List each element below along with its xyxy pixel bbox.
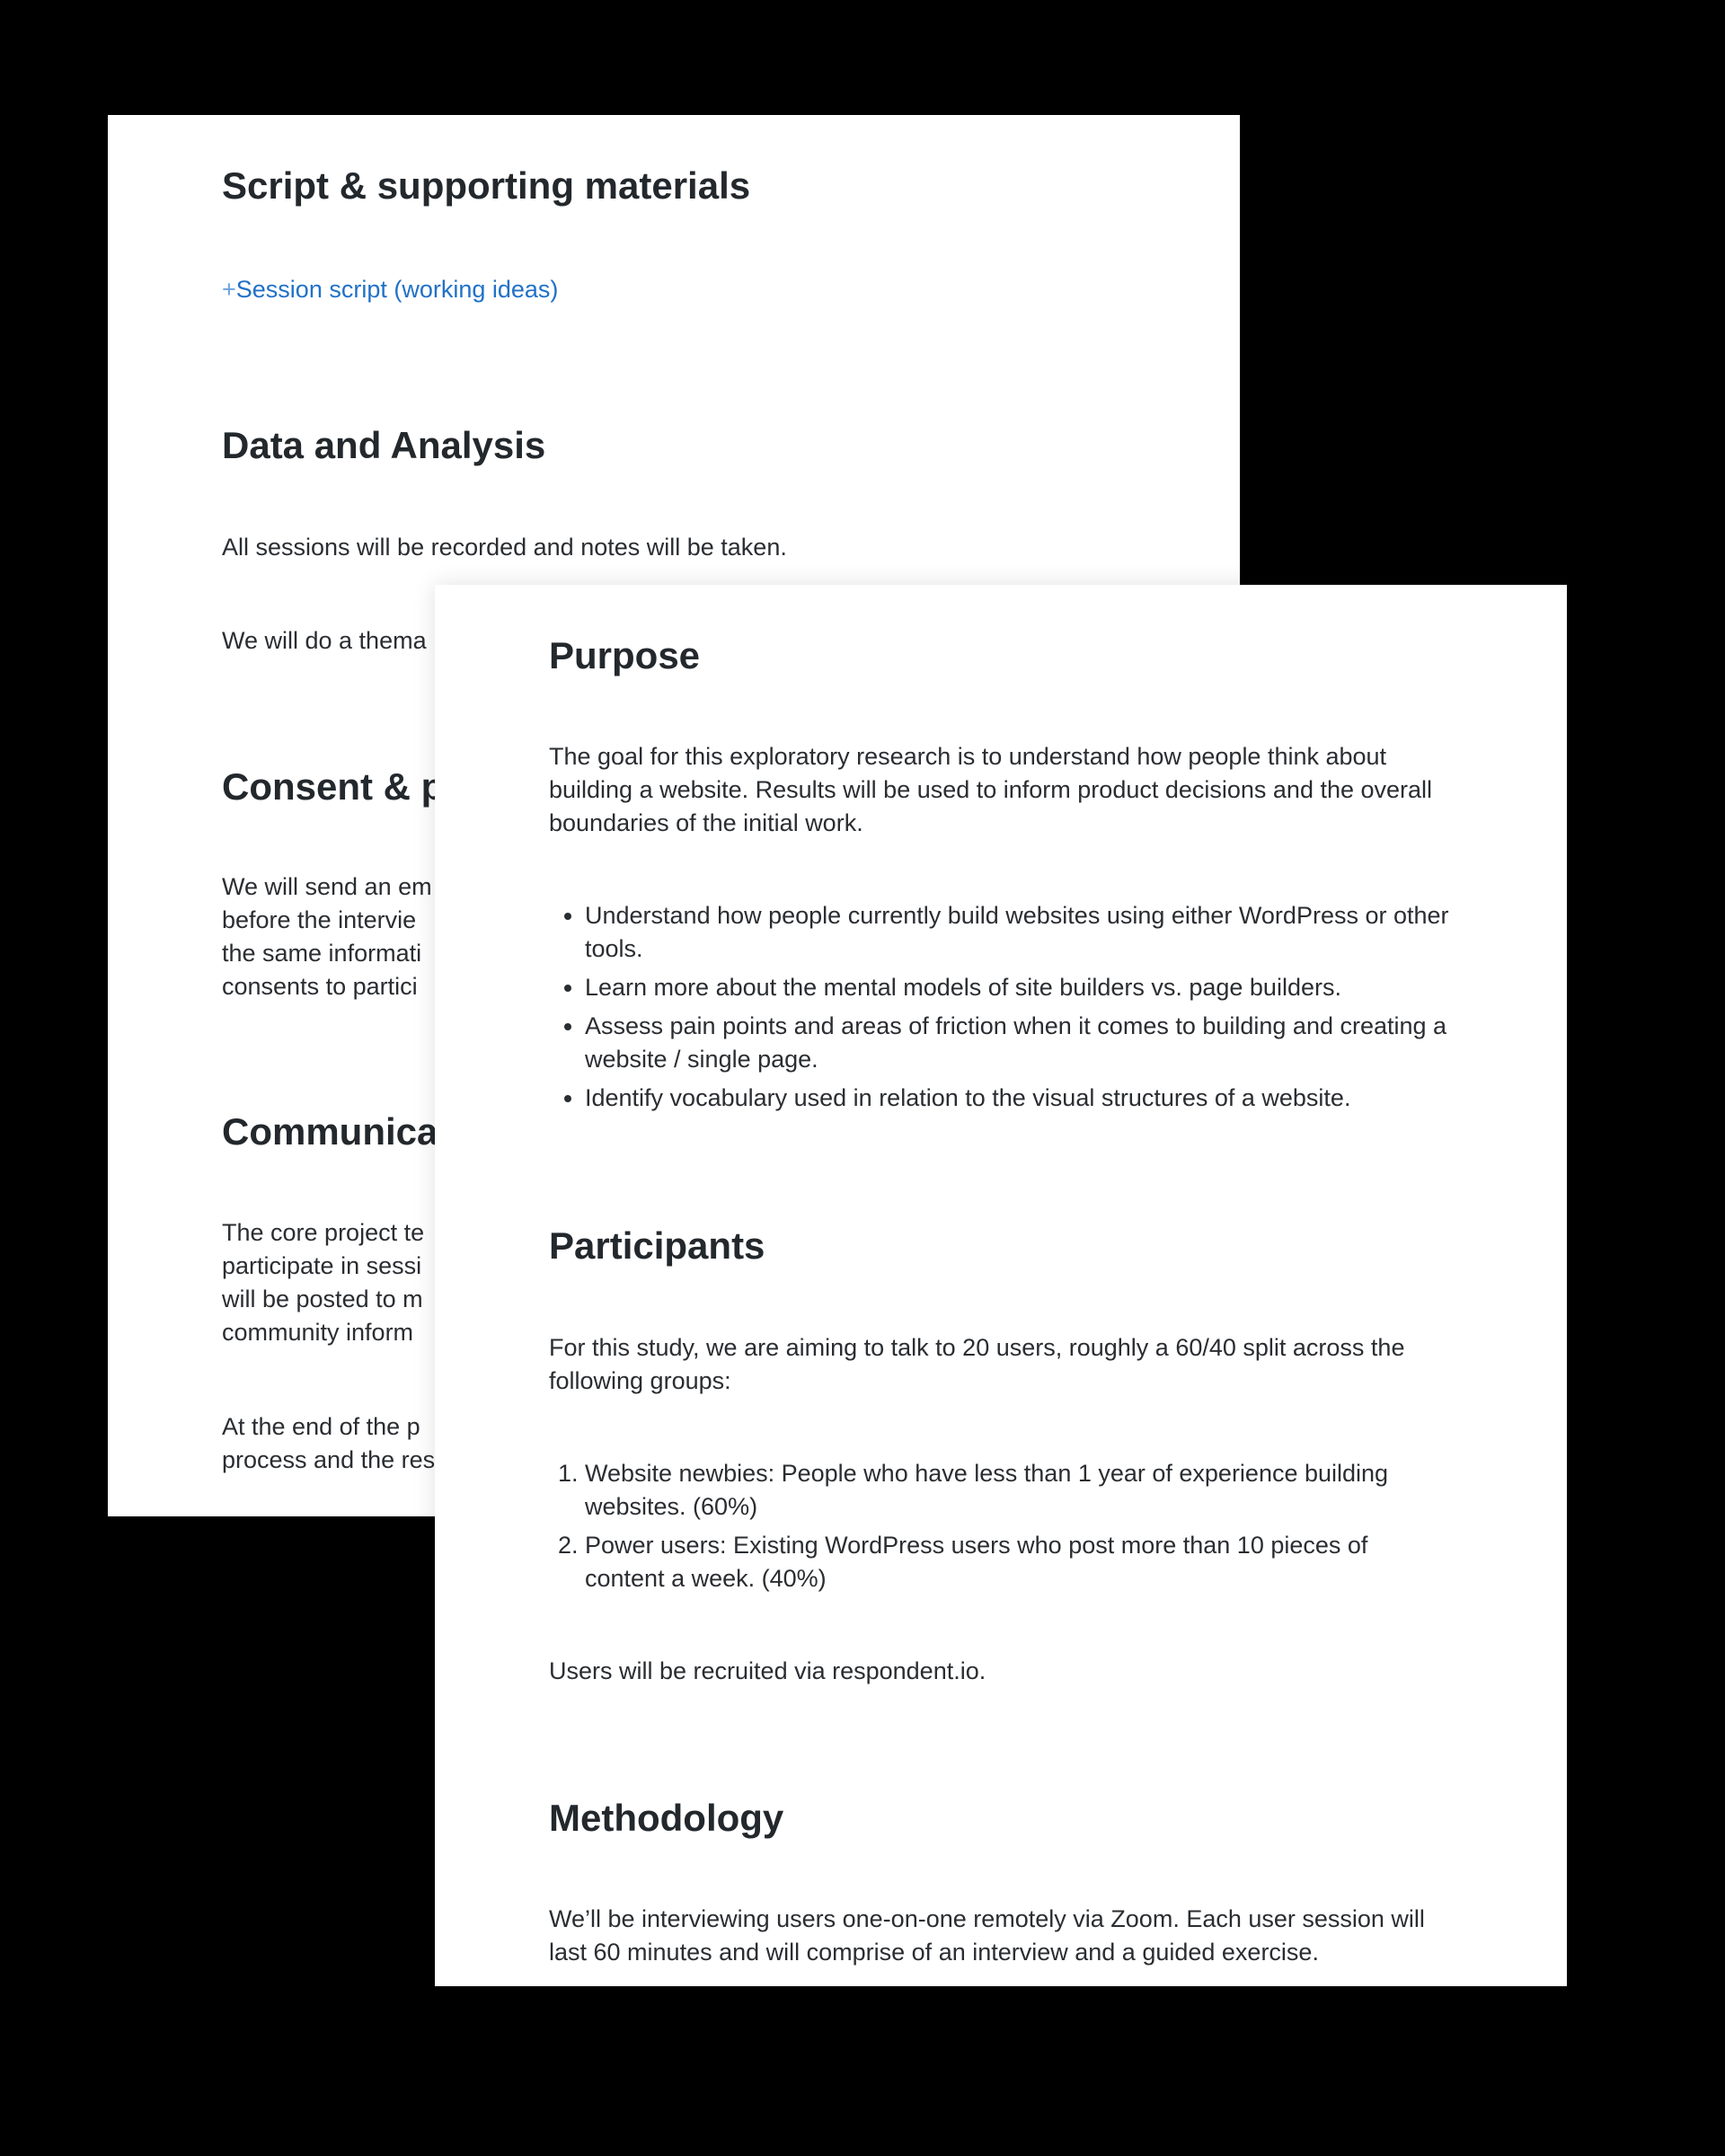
data-paragraph-recorded: All sessions will be recorded and notes …	[222, 533, 787, 561]
canvas: Script & supporting materials +Session s…	[0, 0, 1725, 2156]
participants-paragraph: For this study, we are aiming to talk to…	[549, 1333, 1405, 1394]
consent-line: We will send an em	[222, 873, 432, 901]
communication-line: community inform	[222, 1318, 414, 1346]
goal-item: Identify vocabulary used in relation to …	[585, 1082, 1453, 1115]
communication-line: participate in sessi	[222, 1251, 422, 1279]
goals-list: Understand how people currently build we…	[549, 899, 1453, 1115]
participant-group-item: Power users: Existing WordPress users wh…	[585, 1529, 1453, 1595]
communication-line: will be posted to m	[222, 1285, 423, 1312]
participants-heading: Participants	[549, 1224, 765, 1268]
consent-line: consents to partici	[222, 973, 418, 1001]
end-line: At the end of the p	[222, 1412, 420, 1440]
goal-item: Assess pain points and areas of friction…	[585, 1010, 1453, 1076]
script-heading: Script & supporting materials	[222, 164, 751, 207]
purpose-heading: Purpose	[549, 634, 701, 676]
end-line: process and the res	[222, 1445, 436, 1473]
session-script-link[interactable]: +Session script (working ideas)	[222, 276, 558, 304]
methodology-heading: Methodology	[549, 1796, 784, 1839]
goal-item: Learn more about the mental models of si…	[585, 971, 1453, 1004]
goal-item: Understand how people currently build we…	[585, 899, 1453, 966]
document-page-front: Purpose The goal for this exploratory re…	[435, 585, 1567, 1986]
recruitment-paragraph: Users will be recruited via respondent.i…	[549, 1657, 986, 1684]
consent-line: the same informati	[222, 940, 422, 968]
consent-line: before the intervie	[222, 906, 417, 934]
methodology-paragraph: We’ll be interviewing users one-on-one r…	[549, 1905, 1425, 1966]
participant-groups-list: Website newbies: People who have less th…	[549, 1457, 1453, 1595]
purpose-paragraph: The goal for this exploratory research i…	[549, 743, 1433, 837]
data-analysis-heading: Data and Analysis	[222, 424, 546, 467]
participant-group-item: Website newbies: People who have less th…	[585, 1457, 1453, 1524]
communication-line: The core project te	[222, 1218, 425, 1246]
session-script-link-label: Session script (working ideas)	[235, 276, 559, 304]
plus-icon: +	[222, 276, 236, 304]
